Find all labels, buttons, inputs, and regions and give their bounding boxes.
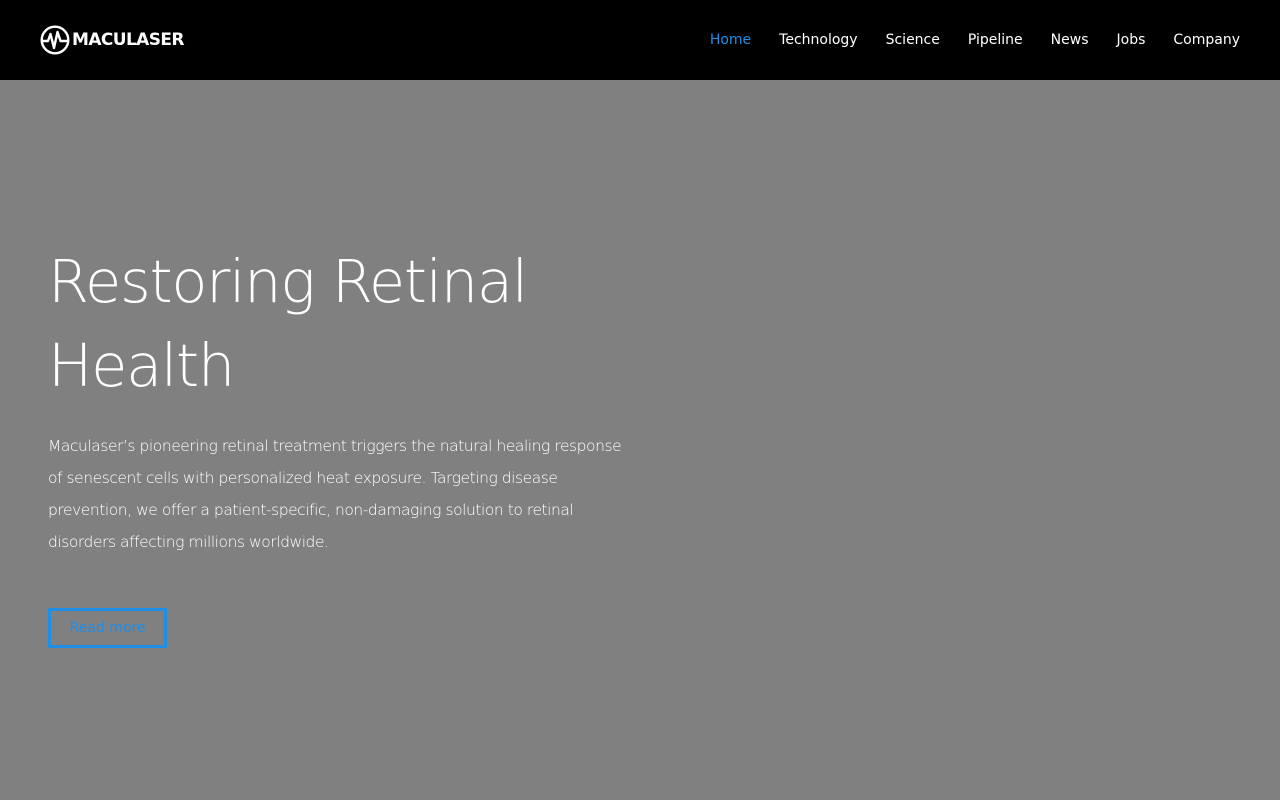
nav-item-jobs[interactable]: Jobs (1117, 30, 1146, 50)
hero-title: Restoring Retinal Health (48, 240, 638, 408)
nav-item-science[interactable]: Science (886, 30, 940, 50)
brand-name: MACULASER (72, 30, 184, 50)
main-nav: Home Technology Science Pipeline News Jo… (682, 0, 1240, 80)
read-more-button[interactable]: Read more (48, 608, 167, 648)
nav-item-company[interactable]: Company (1173, 30, 1240, 50)
hero-description: Maculaser’s pioneering retinal treatment… (48, 437, 622, 551)
heartbeat-circle-icon (40, 25, 70, 55)
hero-title-line-1: Restoring Retinal (48, 247, 528, 316)
brand-logo[interactable]: MACULASER (40, 25, 184, 55)
site-header: MACULASER Home Technology Science Pipeli… (0, 0, 1280, 80)
nav-item-pipeline[interactable]: Pipeline (968, 30, 1023, 50)
hero-title-line-2: Health (48, 331, 235, 400)
nav-item-home[interactable]: Home (710, 30, 751, 50)
hero-section: Restoring Retinal Health Maculaser’s pio… (48, 240, 638, 558)
nav-item-news[interactable]: News (1051, 30, 1089, 50)
nav-item-technology[interactable]: Technology (779, 30, 857, 50)
